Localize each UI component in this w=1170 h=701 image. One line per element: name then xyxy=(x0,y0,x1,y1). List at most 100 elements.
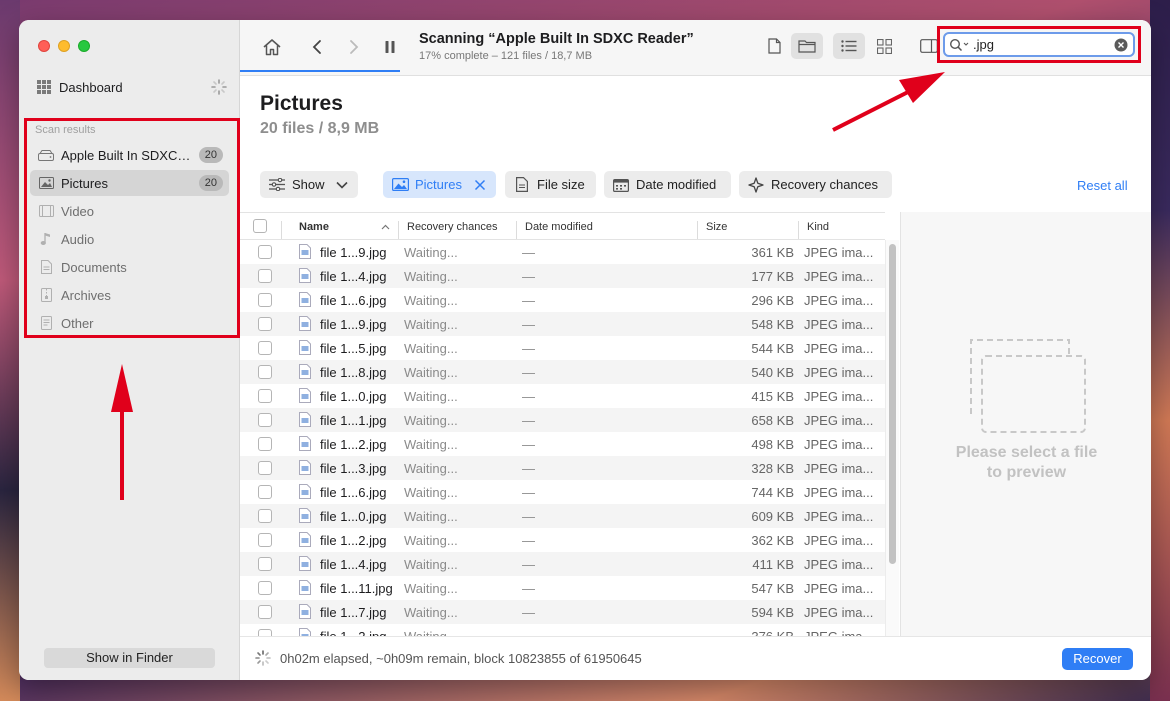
reset-all-link[interactable]: Reset all xyxy=(1077,178,1128,193)
table-row[interactable]: file 1...4.jpg Waiting... — 411 KB JPEG ima.… xyxy=(240,552,885,576)
file-kind: JPEG ima... xyxy=(804,389,874,404)
recovery-chance: Waiting... xyxy=(404,605,458,620)
list-view-button[interactable] xyxy=(833,33,865,59)
file-kind: JPEG ima... xyxy=(804,437,874,452)
show-in-finder-button[interactable]: Show in Finder xyxy=(44,648,215,668)
row-checkbox[interactable] xyxy=(258,557,272,571)
calendar-icon xyxy=(612,178,630,192)
row-checkbox[interactable] xyxy=(258,293,272,307)
table-row[interactable]: file 1...2.jpg Waiting... — 498 KB JPEG ima.… xyxy=(240,432,885,456)
jpeg-file-icon xyxy=(299,268,311,283)
table-row[interactable]: file 1...0.jpg Waiting... — 415 KB JPEG ima.… xyxy=(240,384,885,408)
scan-progress-bar xyxy=(240,70,400,72)
row-checkbox[interactable] xyxy=(258,389,272,403)
date-modified: — xyxy=(522,293,535,308)
minimize-button[interactable] xyxy=(58,40,70,52)
sidebar: Dashboard Scan results Apple Built In SD… xyxy=(19,20,240,680)
file-size: 544 KB xyxy=(751,341,794,356)
folder-view-button[interactable] xyxy=(791,33,823,59)
recovery-chance: Waiting... xyxy=(404,341,458,356)
search-field[interactable] xyxy=(943,32,1135,57)
sidebar-item-dashboard[interactable]: Dashboard xyxy=(37,77,227,97)
table-row[interactable]: file 1...2.jpg Waiting... — 362 KB JPEG ima.… xyxy=(240,528,885,552)
date-modified-filter-button[interactable]: Date modified xyxy=(604,171,731,198)
table-scrollbar[interactable] xyxy=(885,240,899,636)
file-kind: JPEG ima... xyxy=(804,317,874,332)
file-size: 548 KB xyxy=(751,317,794,332)
table-row[interactable]: file 1...9.jpg Waiting... — 361 KB JPEG ima.… xyxy=(240,240,885,264)
recovery-chance: Waiting... xyxy=(404,413,458,428)
table-row[interactable]: file 1...5.jpg Waiting... — 544 KB JPEG ima.… xyxy=(240,336,885,360)
table-row[interactable]: file 1...8.jpg Waiting... — 540 KB JPEG ima.… xyxy=(240,360,885,384)
row-checkbox[interactable] xyxy=(258,341,272,355)
row-checkbox[interactable] xyxy=(258,317,272,331)
clear-search-icon[interactable] xyxy=(1114,38,1128,52)
pause-scan-button[interactable] xyxy=(379,36,401,58)
search-icon xyxy=(949,38,969,51)
row-checkbox[interactable] xyxy=(258,605,272,619)
file-size-filter-button[interactable]: File size xyxy=(505,171,596,198)
file-name: file 1...9.jpg xyxy=(320,245,387,260)
row-checkbox[interactable] xyxy=(258,509,272,523)
table-row[interactable]: file 1...6.jpg Waiting... — 744 KB JPEG ima.… xyxy=(240,480,885,504)
file-name: file 1...7.jpg xyxy=(320,605,387,620)
recovery-chances-filter-button[interactable]: Recovery chances xyxy=(739,171,892,198)
chevron-down-icon xyxy=(336,181,348,189)
select-all-checkbox[interactable] xyxy=(253,219,267,233)
back-button[interactable] xyxy=(306,36,328,58)
date-modified: — xyxy=(522,461,535,476)
table-row[interactable]: file 1...0.jpg Waiting... — 609 KB JPEG ima.… xyxy=(240,504,885,528)
row-checkbox[interactable] xyxy=(258,245,272,259)
row-checkbox[interactable] xyxy=(258,413,272,427)
table-row[interactable]: file 1...7.jpg Waiting... — 594 KB JPEG ima.… xyxy=(240,600,885,624)
close-icon[interactable] xyxy=(474,179,486,191)
row-checkbox[interactable] xyxy=(258,581,272,595)
show-filter-button[interactable]: Show xyxy=(260,171,358,198)
pictures-filter-chip[interactable]: Pictures xyxy=(383,171,496,198)
jpeg-file-icon xyxy=(299,388,311,403)
table-row[interactable]: file 1...4.jpg Waiting... — 177 KB JPEG ima.… xyxy=(240,264,885,288)
date-modified: — xyxy=(522,413,535,428)
recovery-chance: Waiting... xyxy=(404,437,458,452)
table-row[interactable]: file 1...1.jpg Waiting... — 658 KB JPEG ima.… xyxy=(240,408,885,432)
recovery-chance: Waiting... xyxy=(404,461,458,476)
file-size: 415 KB xyxy=(751,389,794,404)
desktop-wallpaper-right xyxy=(1150,0,1170,701)
column-header-name[interactable]: Name xyxy=(299,221,329,233)
row-checkbox[interactable] xyxy=(258,485,272,499)
table-row[interactable]: file 1...9.jpg Waiting... — 548 KB JPEG ima.… xyxy=(240,312,885,336)
grid-view-button[interactable] xyxy=(868,33,900,59)
jpeg-file-icon xyxy=(299,628,311,636)
recovery-chance: Waiting... xyxy=(404,293,458,308)
column-header-kind[interactable]: Kind xyxy=(807,221,829,233)
row-checkbox[interactable] xyxy=(258,269,272,283)
column-header-size[interactable]: Size xyxy=(706,221,727,233)
close-button[interactable] xyxy=(38,40,50,52)
row-checkbox[interactable] xyxy=(258,533,272,547)
column-header-date[interactable]: Date modified xyxy=(525,221,593,233)
recover-button[interactable]: Recover xyxy=(1062,648,1133,670)
scrollbar-thumb[interactable] xyxy=(889,244,896,564)
row-checkbox[interactable] xyxy=(258,629,272,636)
row-checkbox[interactable] xyxy=(258,437,272,451)
search-input[interactable] xyxy=(973,37,1113,52)
file-size: 177 KB xyxy=(751,269,794,284)
table-row[interactable]: file 1...6.jpg Waiting... — 296 KB JPEG ima.… xyxy=(240,288,885,312)
preview-pane: Please select a file to preview xyxy=(900,212,1151,636)
table-row[interactable]: file 1...2.jpg Waiting... — 376 KB JPEG ima.… xyxy=(240,624,885,636)
zoom-button[interactable] xyxy=(78,40,90,52)
table-row[interactable]: file 1...11.jpg Waiting... — 547 KB JPEG ima… xyxy=(240,576,885,600)
file-size: 594 KB xyxy=(751,605,794,620)
jpeg-file-icon xyxy=(299,436,311,451)
forward-button[interactable] xyxy=(343,36,365,58)
table-row[interactable]: file 1...3.jpg Waiting... — 328 KB JPEG ima.… xyxy=(240,456,885,480)
column-header-recovery[interactable]: Recovery chances xyxy=(407,221,498,233)
file-kind: JPEG ima... xyxy=(804,581,874,596)
scan-title: Scanning “Apple Built In SDXC Reader” xyxy=(419,31,694,47)
row-checkbox[interactable] xyxy=(258,461,272,475)
file-view-button[interactable] xyxy=(758,33,790,59)
row-checkbox[interactable] xyxy=(258,365,272,379)
image-icon xyxy=(391,178,409,192)
home-button[interactable] xyxy=(261,36,283,58)
file-size: 658 KB xyxy=(751,413,794,428)
